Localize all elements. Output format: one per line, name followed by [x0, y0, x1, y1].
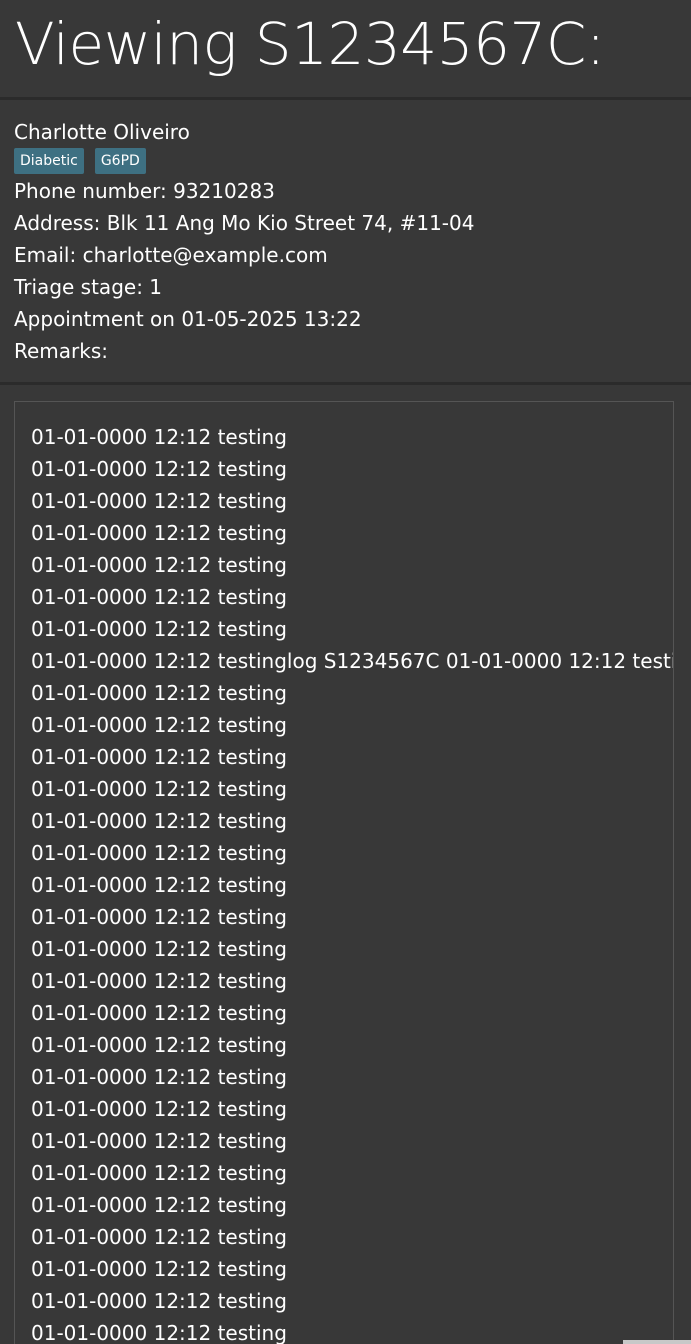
log-entry[interactable]: 01-01-0000 12:12 testing — [31, 901, 673, 933]
log-entry[interactable]: 01-01-0000 12:12 testing — [31, 997, 673, 1029]
log-entry[interactable]: 01-01-0000 12:12 testing — [31, 1285, 673, 1317]
log-entry[interactable]: 01-01-0000 12:12 testing — [31, 1093, 673, 1125]
log-entry[interactable]: 01-01-0000 12:12 testing — [31, 581, 673, 613]
log-entry[interactable]: 01-01-0000 12:12 testing — [31, 453, 673, 485]
log-entry[interactable]: 01-01-0000 12:12 testing — [31, 869, 673, 901]
log-entry[interactable]: 01-01-0000 12:12 testing — [31, 805, 673, 837]
email: Email: charlotte@example.com — [14, 243, 328, 267]
horizontal-scrollbar[interactable] — [623, 1340, 691, 1344]
log-entry[interactable]: 01-01-0000 12:12 testing — [31, 1029, 673, 1061]
log-entry[interactable]: 01-01-0000 12:12 testing — [31, 1125, 673, 1157]
log-entry[interactable]: 01-01-0000 12:12 testing — [31, 837, 673, 869]
view-header: Viewing S1234567C: — [0, 0, 691, 97]
phone-number: Phone number: 93210283 — [14, 179, 275, 203]
log-list[interactable]: 01-01-0000 12:12 testing 01-01-0000 12:12… — [31, 421, 673, 1344]
log-entry[interactable]: 01-01-0000 12:12 testing — [31, 677, 673, 709]
tag-diabetic: Diabetic — [14, 148, 84, 174]
log-entry[interactable]: 01-01-0000 12:12 testing — [31, 485, 673, 517]
log-entry[interactable]: 01-01-0000 12:12 testing — [31, 1189, 673, 1221]
tag-g6pd: G6PD — [94, 148, 146, 174]
log-entry[interactable]: 01-01-0000 12:12 testing — [31, 421, 673, 453]
address: Address: Blk 11 Ang Mo Kio Street 74, #1… — [14, 211, 475, 235]
log-entry[interactable]: 01-01-0000 12:12 testing — [31, 741, 673, 773]
log-entry[interactable]: 01-01-0000 12:12 testing — [31, 613, 673, 645]
log-entry[interactable]: 01-01-0000 12:12 testing — [31, 1061, 673, 1093]
patient-tags: Diabetic G6PD — [14, 148, 146, 174]
appointment: Appointment on 01-05-2025 13:22 — [14, 307, 362, 331]
log-entry[interactable]: 01-01-0000 12:12 testing — [31, 1253, 673, 1285]
log-entry[interactable]: 01-01-0000 12:12 testing — [31, 965, 673, 997]
log-entry[interactable]: 01-01-0000 12:12 testing — [31, 549, 673, 581]
log-entry[interactable]: 01-01-0000 12:12 testinglog S1234567C 01… — [31, 645, 673, 677]
remarks-label: Remarks: — [14, 339, 109, 363]
log-entry[interactable]: 01-01-0000 12:12 testing — [31, 517, 673, 549]
patient-view-window: Viewing S1234567C: Charlotte Oliveiro Di… — [0, 0, 691, 1344]
patient-name: Charlotte Oliveiro — [14, 120, 190, 144]
log-list-panel[interactable]: 01-01-0000 12:12 testing 01-01-0000 12:12… — [14, 401, 674, 1344]
log-entry[interactable]: 01-01-0000 12:12 testing — [31, 1317, 673, 1344]
log-entry[interactable]: 01-01-0000 12:12 testing — [31, 1221, 673, 1253]
log-entry[interactable]: 01-01-0000 12:12 testing — [31, 933, 673, 965]
page-title: Viewing S1234567C: — [15, 10, 605, 78]
details-divider — [0, 382, 691, 385]
log-entry[interactable]: 01-01-0000 12:12 testing — [31, 1157, 673, 1189]
log-entry[interactable]: 01-01-0000 12:12 testing — [31, 773, 673, 805]
triage-stage: Triage stage: 1 — [14, 275, 163, 299]
log-entry[interactable]: 01-01-0000 12:12 testing — [31, 709, 673, 741]
